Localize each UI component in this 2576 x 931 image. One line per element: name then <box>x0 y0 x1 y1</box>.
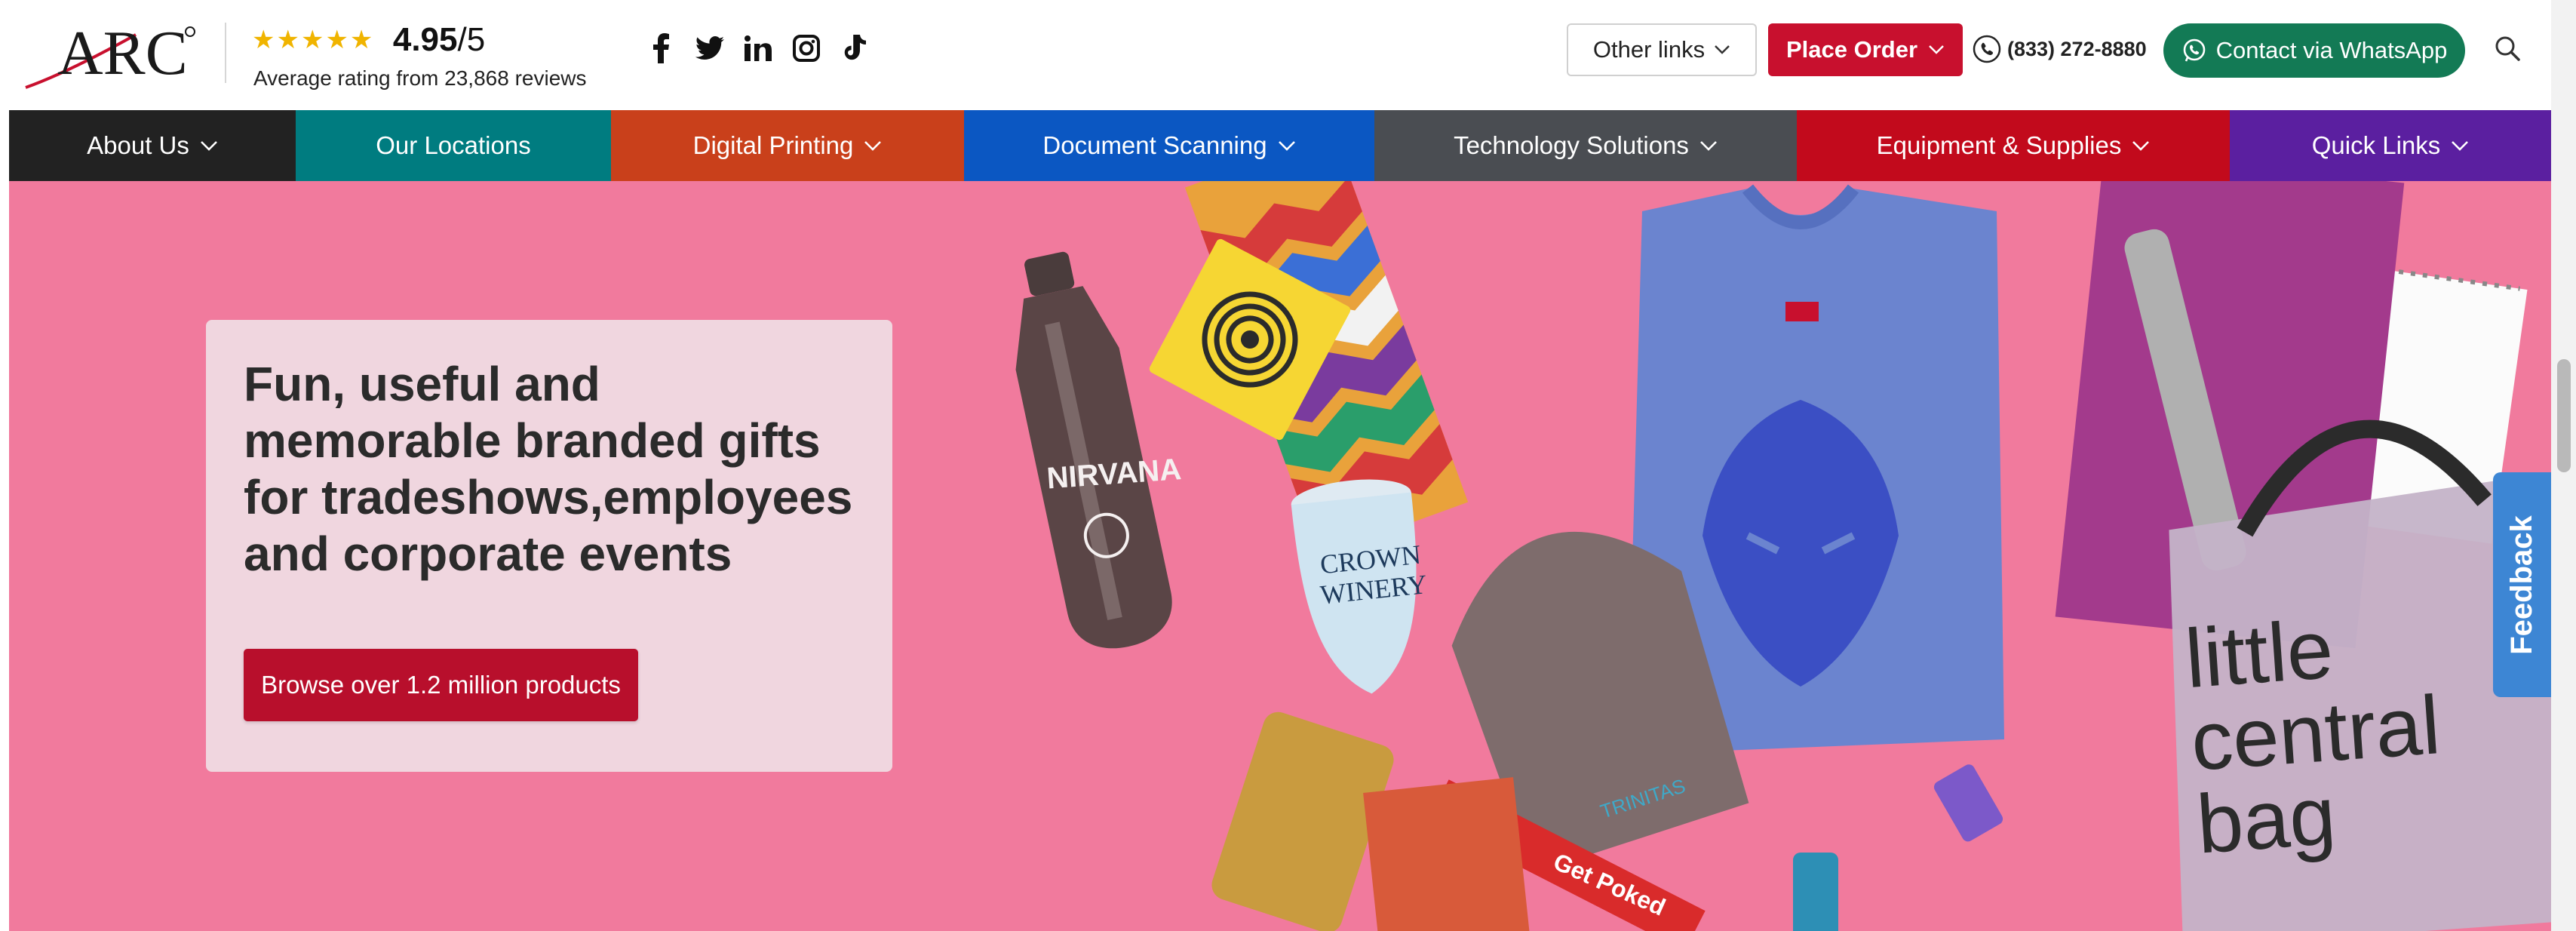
hero-banner: Fun, useful and memorable branded gifts … <box>9 181 2551 931</box>
whatsapp-icon <box>2183 38 2205 62</box>
nav-item-label: Quick Links <box>2311 131 2441 159</box>
place-order-label: Place Order <box>1785 36 1918 63</box>
nav-item-document-scanning[interactable]: Document Scanning <box>964 110 1374 181</box>
place-order-button[interactable]: Place Order <box>1768 23 1963 76</box>
hero-card: Fun, useful and memorable branded gifts … <box>206 320 892 772</box>
twitter-icon[interactable] <box>695 33 724 63</box>
charger-illustration <box>1793 853 1838 931</box>
chevron-down-icon <box>200 141 217 151</box>
rating-subtitle: Average rating from 23,868 reviews <box>253 66 587 90</box>
chevron-down-icon <box>1929 45 1944 54</box>
nav-item-about-us[interactable]: About Us <box>9 110 296 181</box>
chevron-down-icon <box>1715 45 1730 54</box>
nav-item-technology-solutions[interactable]: Technology Solutions <box>1374 110 1797 181</box>
nav-item-label: Technology Solutions <box>1454 131 1689 159</box>
whatsapp-label: Contact via WhatsApp <box>2215 37 2448 63</box>
cards-illustration <box>1363 777 1531 931</box>
instagram-icon[interactable] <box>792 33 821 63</box>
bag-text-bag: bag <box>2194 769 2338 871</box>
phone-link[interactable]: (833) 272-8880 <box>1973 35 2147 63</box>
phone-number: (833) 272-8880 <box>2007 37 2147 60</box>
phone-icon <box>1973 35 2001 63</box>
rating-score: 4.95 <box>392 21 458 58</box>
top-header: ARC ★★★★★ 4.95/5 Average rating from 23,… <box>0 0 2576 110</box>
chevron-down-icon <box>1700 141 1717 151</box>
nav-item-label: About Us <box>87 131 189 159</box>
nav-item-equipment-supplies[interactable]: Equipment & Supplies <box>1797 110 2230 181</box>
arc-logo[interactable]: ARC <box>23 18 201 92</box>
social-links <box>647 33 869 63</box>
scrollbar-thumb[interactable] <box>2557 359 2571 472</box>
nav-item-our-locations[interactable]: Our Locations <box>296 110 611 181</box>
nav-item-label: Digital Printing <box>692 131 854 159</box>
linkedin-icon[interactable] <box>744 33 772 63</box>
nav-item-quick-links[interactable]: Quick Links <box>2230 110 2551 181</box>
feedback-tab[interactable]: Feedback <box>2493 472 2551 697</box>
tiktok-icon[interactable] <box>840 33 869 63</box>
usb-drive-illustration <box>1933 764 2003 842</box>
nav-item-label: Document Scanning <box>1042 131 1267 159</box>
search-icon[interactable] <box>2491 32 2524 65</box>
logo-text: ARC <box>57 20 188 88</box>
other-links-dropdown[interactable]: Other links <box>1567 23 1757 76</box>
rating-out-of: /5 <box>457 21 486 58</box>
chevron-down-icon <box>864 141 882 151</box>
contact-whatsapp-button[interactable]: Contact via WhatsApp <box>2163 23 2465 78</box>
hero-title: Fun, useful and memorable branded gifts … <box>244 357 853 581</box>
rating-summary: ★★★★★ 4.95/5 <box>252 21 485 59</box>
water-bottle-illustration: NIRVANA <box>1015 251 1182 649</box>
nav-item-label: Equipment & Supplies <box>1876 131 2122 159</box>
branded-products-image: NIRVANA CROWN WINERY TRINITAS Get Poked <box>1015 181 2551 931</box>
rating-stars: ★★★★★ <box>252 26 375 54</box>
feedback-label: Feedback <box>2505 515 2538 655</box>
chevron-down-icon <box>2132 141 2150 151</box>
main-navigation: About Us Our Locations Digital Printing … <box>9 110 2551 181</box>
nav-item-digital-printing[interactable]: Digital Printing <box>611 110 964 181</box>
chevron-down-icon <box>2452 141 2469 151</box>
other-links-label: Other links <box>1592 36 1706 63</box>
nav-item-label: Our Locations <box>376 131 531 159</box>
header-divider <box>225 23 226 83</box>
browse-products-button[interactable]: Browse over 1.2 million products <box>244 649 638 721</box>
chevron-down-icon <box>1278 141 1295 151</box>
facebook-icon[interactable] <box>647 33 676 63</box>
